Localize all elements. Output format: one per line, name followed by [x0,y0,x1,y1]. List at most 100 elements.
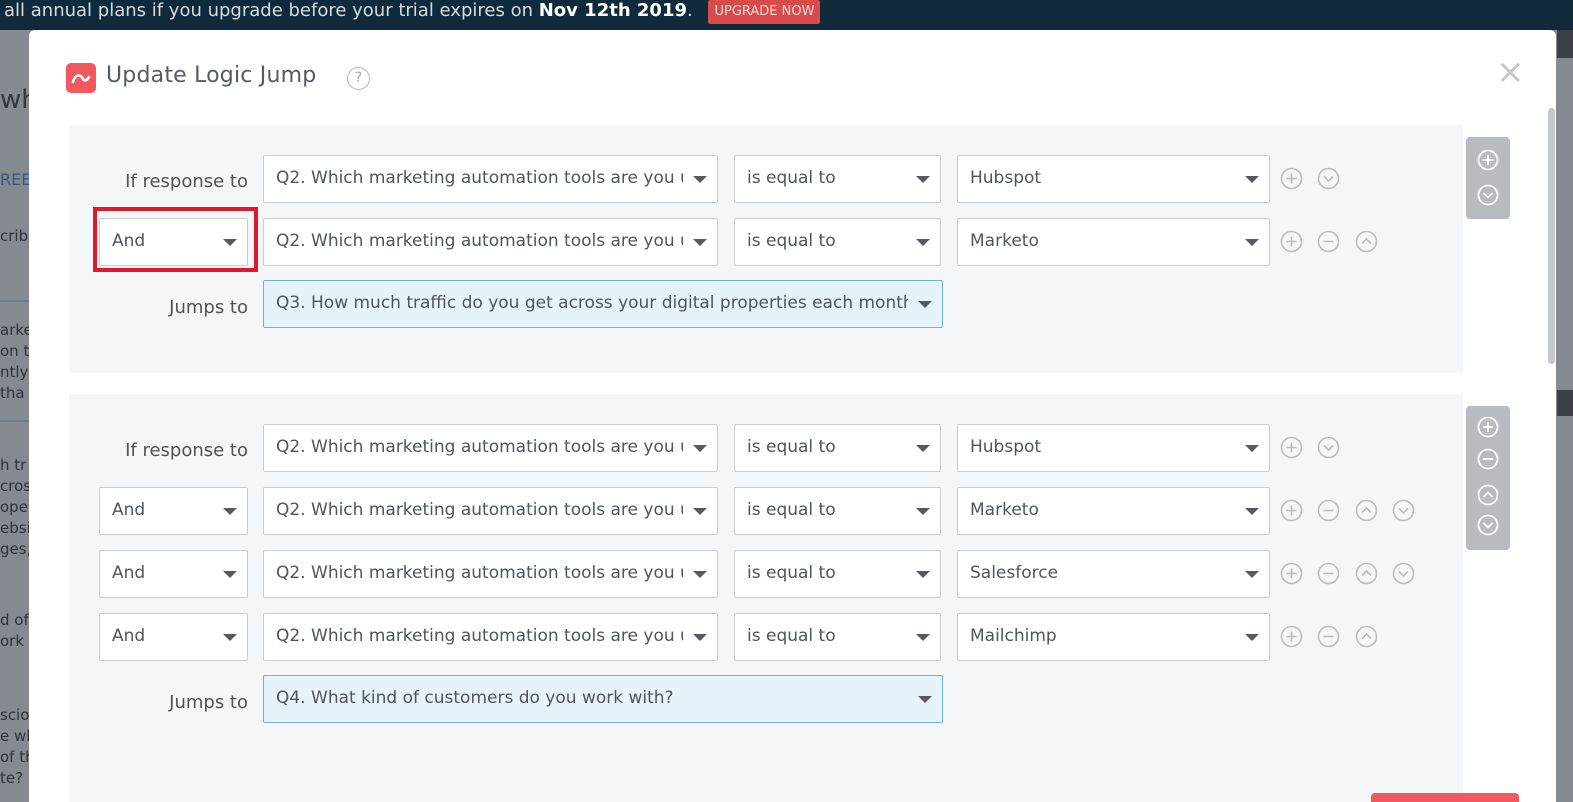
operator-select[interactable]: is equal to [734,550,941,598]
move-rule-down-icon[interactable] [1477,514,1499,536]
operator-select[interactable]: is equal to [734,487,941,535]
add-condition-icon[interactable] [1280,167,1303,190]
move-rule-down-icon[interactable] [1477,184,1499,206]
update-logic-jump-modal: Update Logic Jump ? × If response to Q2.… [29,30,1556,802]
value-select-value: Marketo [970,231,1039,251]
remove-condition-icon[interactable] [1317,499,1340,522]
chevron-down-icon [693,634,707,641]
operator-select[interactable]: is equal to [734,613,941,661]
move-up-icon[interactable] [1355,625,1378,648]
close-icon[interactable]: × [1496,55,1525,89]
logic-rule-2: If response to Q2. Which marketing autom… [69,394,1463,802]
question-select[interactable]: Q2. Which marketing automation tools are… [263,613,718,661]
chevron-down-icon [223,634,237,641]
remove-condition-icon[interactable] [1317,625,1340,648]
operator-select-value: is equal to [747,168,836,188]
value-select[interactable]: Marketo [957,487,1270,535]
question-select-value: Q2. Which marketing automation tools are… [276,437,683,457]
move-down-icon[interactable] [1317,167,1340,190]
jump-target-select[interactable]: Q4. What kind of customers do you work w… [263,675,943,723]
modal-title: Update Logic Jump [106,63,317,88]
move-up-icon[interactable] [1355,230,1378,253]
background-text-fragment: on t [0,342,30,360]
add-rule-icon[interactable] [1477,149,1499,171]
add-condition-icon[interactable] [1280,230,1303,253]
value-select-value: Hubspot [970,168,1042,188]
chevron-down-icon [916,571,930,578]
chevron-down-icon [693,445,707,452]
add-rule-icon[interactable] [1477,416,1499,438]
chevron-down-icon [1245,445,1259,452]
jumps-to-label: Jumps to [169,297,248,318]
banner-expiry-date: Nov 12th 2019 [538,0,687,21]
value-select-value: Salesforce [970,563,1059,583]
jump-target-value: Q3. How much traffic do you get across y… [276,293,908,313]
value-select-value: Mailchimp [970,626,1057,646]
chevron-down-icon [693,571,707,578]
trial-banner: all annual plans if you upgrade before y… [0,0,1573,30]
move-up-icon[interactable] [1355,499,1378,522]
value-select-value: Hubspot [970,437,1042,457]
rule-1-actions [1466,137,1510,219]
chevron-down-icon [1245,176,1259,183]
move-down-icon[interactable] [1392,499,1415,522]
move-down-icon[interactable] [1392,562,1415,585]
background-text-fragment: e wh [0,727,30,745]
remove-condition-icon[interactable] [1317,562,1340,585]
value-select[interactable]: Hubspot [957,155,1270,203]
remove-condition-icon[interactable] [1317,230,1340,253]
value-select[interactable]: Hubspot [957,424,1270,472]
chevron-down-icon [1245,239,1259,246]
question-select[interactable]: Q2. Which marketing automation tools are… [263,424,718,472]
connector-select-value: And [112,626,146,646]
add-condition-icon[interactable] [1280,499,1303,522]
move-down-icon[interactable] [1317,436,1340,459]
question-select[interactable]: Q2. Which marketing automation tools are… [263,155,718,203]
chevron-down-icon [1245,508,1259,515]
if-response-label: If response to [125,440,248,461]
connector-select[interactable]: And [99,613,248,661]
help-icon[interactable]: ? [347,67,370,90]
chevron-down-icon [1245,634,1259,641]
background-text-fragment: tha [0,384,25,402]
background-text-fragment: scio [0,706,30,724]
save-button[interactable] [1371,793,1519,802]
value-select[interactable]: Marketo [957,218,1270,266]
upgrade-now-button[interactable]: UPGRADE NOW [708,0,821,24]
remove-rule-icon[interactable] [1477,448,1499,470]
connector-select[interactable]: And [99,218,248,266]
jump-target-select[interactable]: Q3. How much traffic do you get across y… [263,280,943,328]
modal-header: Update Logic Jump ? × [29,30,1556,120]
connector-select-value: And [112,500,146,520]
chevron-down-icon [916,508,930,515]
operator-select-value: is equal to [747,626,836,646]
modal-scrollbar[interactable] [1548,108,1555,364]
operator-select[interactable]: is equal to [734,155,941,203]
background-text-fragment: ges, [0,540,30,558]
add-condition-icon[interactable] [1280,625,1303,648]
add-condition-icon[interactable] [1280,436,1303,459]
chevron-down-icon [693,239,707,246]
banner-text: all annual plans if you upgrade before y… [4,0,533,21]
move-rule-up-icon[interactable] [1477,484,1499,506]
value-select[interactable]: Mailchimp [957,613,1270,661]
background-text-fragment: ntly [0,363,29,381]
chevron-down-icon [223,508,237,515]
connector-select[interactable]: And [99,550,248,598]
add-condition-icon[interactable] [1280,562,1303,585]
value-select[interactable]: Salesforce [957,550,1270,598]
connector-select[interactable]: And [99,487,248,535]
operator-select[interactable]: is equal to [734,424,941,472]
question-select[interactable]: Q2. Which marketing automation tools are… [263,550,718,598]
background-text-fragment: d of [0,611,29,629]
question-select[interactable]: Q2. Which marketing automation tools are… [263,218,718,266]
move-up-icon[interactable] [1355,562,1378,585]
chevron-down-icon [693,508,707,515]
background-text-fragment: te? [0,769,24,787]
chevron-down-icon [918,696,932,703]
jumps-to-label: Jumps to [169,692,248,713]
operator-select[interactable]: is equal to [734,218,941,266]
question-select[interactable]: Q2. Which marketing automation tools are… [263,487,718,535]
logic-jump-icon [66,63,96,93]
background-text-fragment: oper [0,498,30,516]
